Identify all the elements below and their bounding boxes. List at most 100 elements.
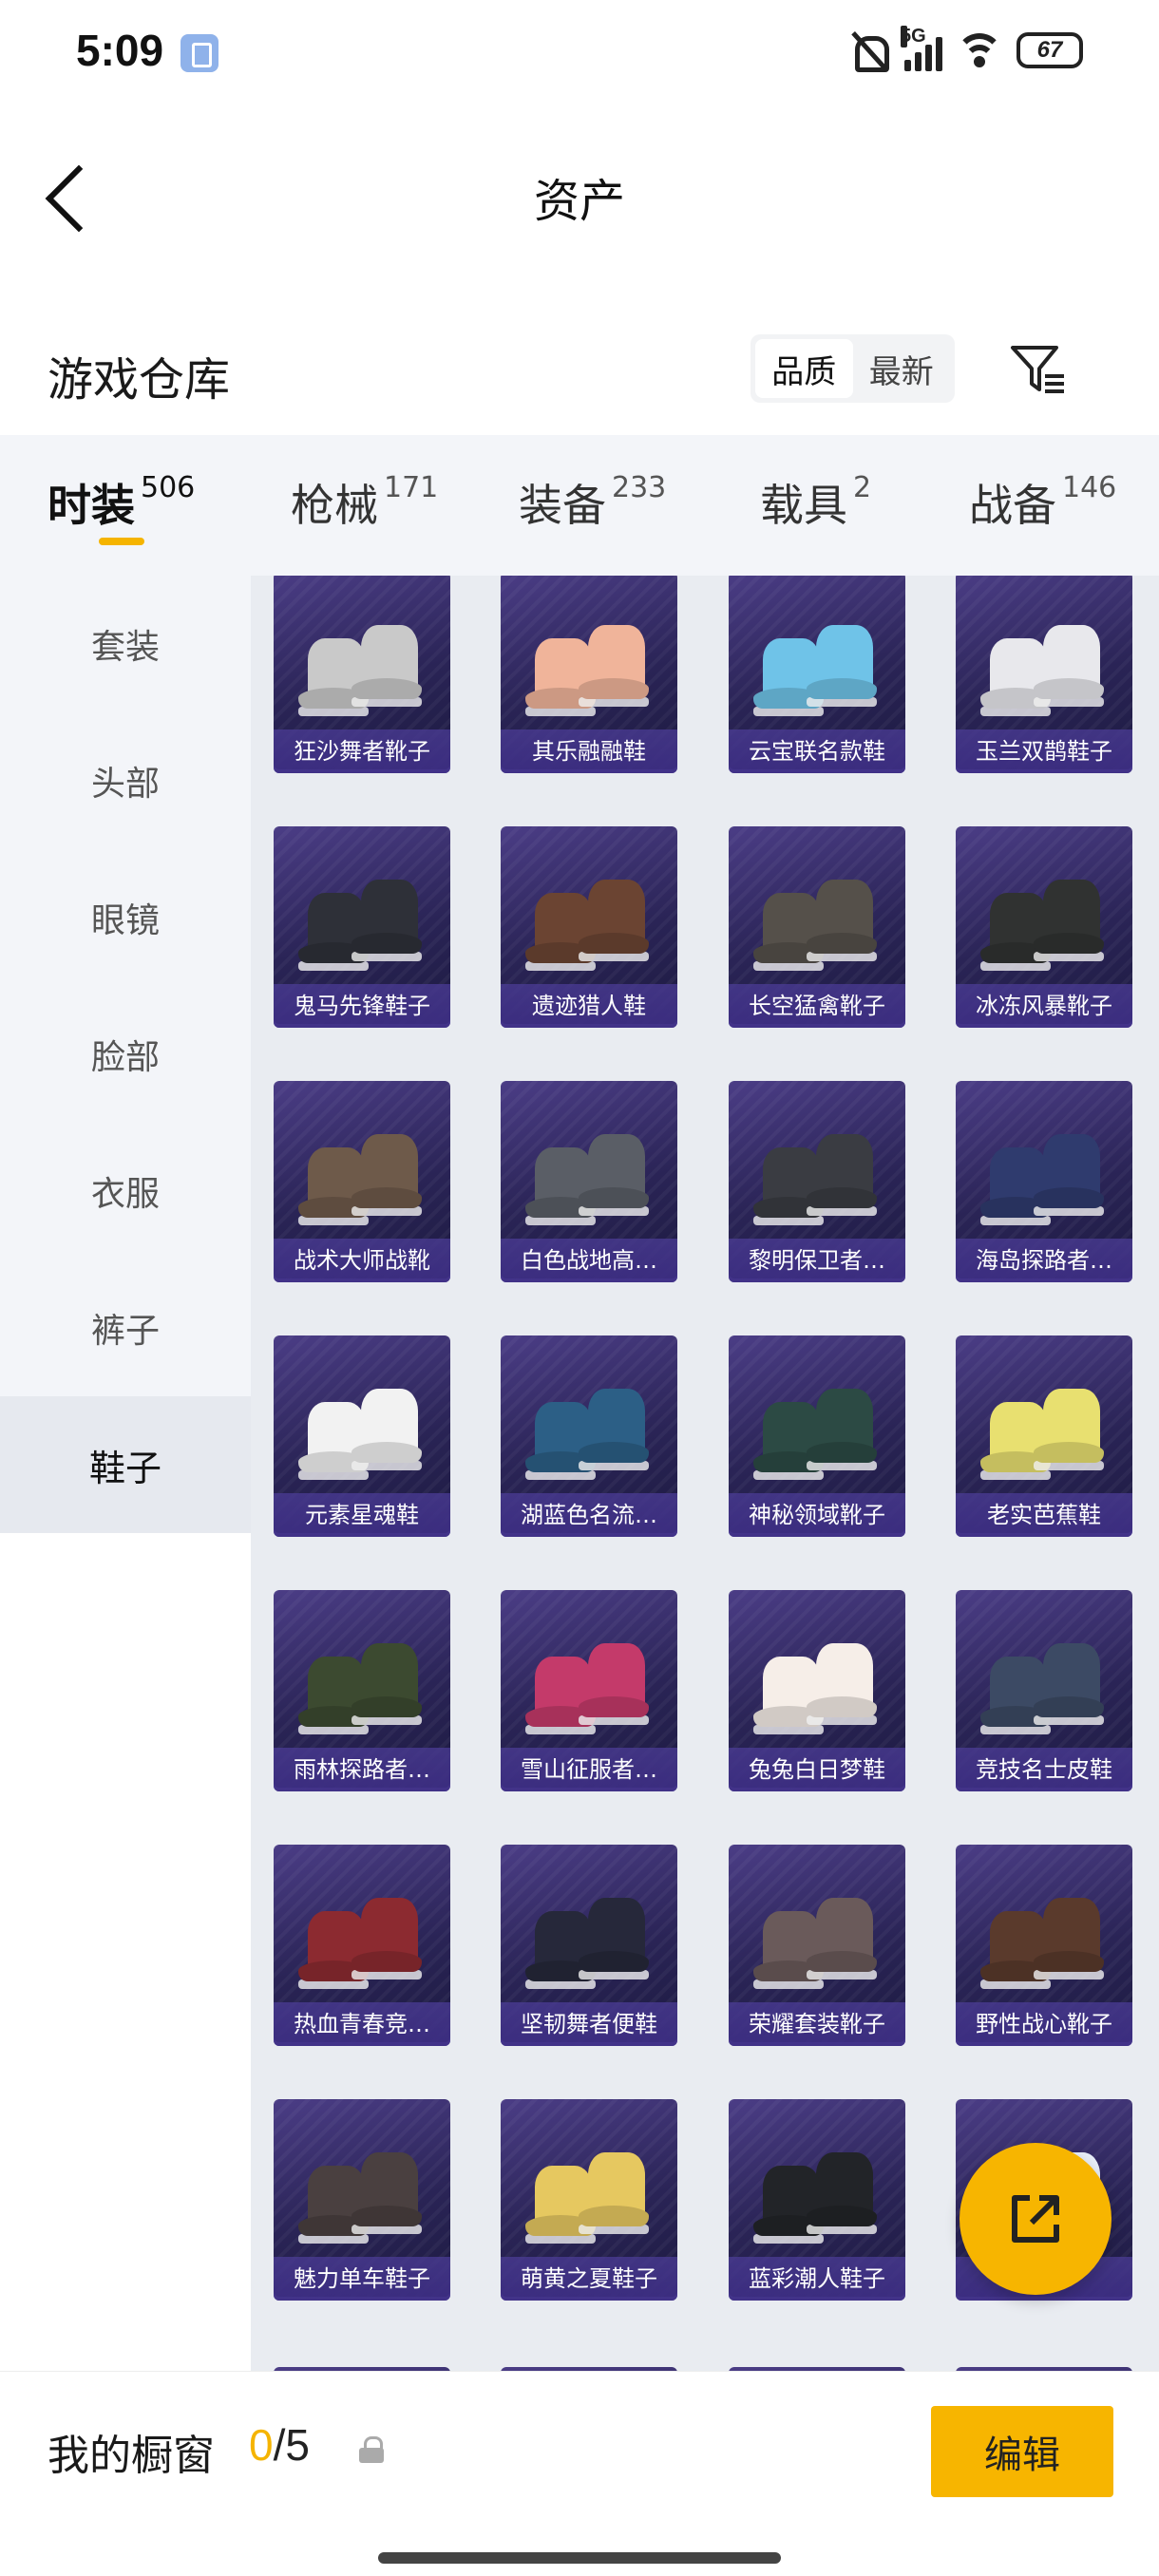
shoe-image	[1034, 1898, 1104, 1979]
shoe-image	[352, 1389, 422, 1470]
item-card[interactable]: 长空猛禽靴子	[729, 826, 905, 1028]
share-fab-button[interactable]	[960, 2143, 1112, 2295]
item-card[interactable]: 鬼马先锋鞋子	[274, 826, 450, 1028]
item-name: 湖蓝色名流…	[501, 1493, 677, 1537]
shoe-image	[807, 1643, 877, 1725]
sidebar-item-face[interactable]: 脸部	[0, 986, 251, 1123]
item-name: 蓝彩潮人鞋子	[729, 2257, 905, 2301]
tab-count: 506	[141, 471, 196, 504]
tab-count: 146	[1062, 471, 1117, 504]
shoe-image	[352, 1134, 422, 1216]
item-card[interactable]: 蓝彩潮人鞋子	[729, 2099, 905, 2301]
showcase-current: 0	[249, 2420, 274, 2470]
item-card[interactable]: 黎明保卫者…	[729, 1081, 905, 1282]
item-name: 兔兔白日梦鞋	[729, 1748, 905, 1791]
item-card[interactable]: 湖蓝色名流…	[501, 1335, 677, 1537]
warehouse-header: 游戏仓库 品质 最新	[0, 313, 1159, 427]
item-name: 狂沙舞者靴子	[274, 729, 450, 773]
share-icon	[1012, 2195, 1059, 2243]
item-card[interactable]: 白色战地高…	[501, 1081, 677, 1282]
item-card[interactable]: 竞技名士皮鞋	[956, 1590, 1132, 1791]
page-title: 资产	[533, 175, 625, 228]
page-header: 资产	[0, 104, 1159, 285]
tab-label: 枪械	[291, 480, 378, 531]
item-card[interactable]: 云宝联名款鞋	[729, 576, 905, 773]
edit-button[interactable]: 编辑	[931, 2406, 1113, 2497]
tab-firearms[interactable]: 枪械 171	[291, 471, 438, 534]
shoe-image	[579, 2152, 649, 2234]
sidebar-item-shoes[interactable]: 鞋子	[0, 1396, 251, 1533]
battery-icon: 67	[1016, 32, 1083, 68]
item-name: 元素星魂鞋	[274, 1493, 450, 1537]
status-icons: 5G 67	[847, 26, 1083, 74]
filter-icon[interactable]	[1007, 338, 1068, 399]
showcase-total: /5	[273, 2420, 310, 2470]
tab-label: 装备	[519, 480, 606, 531]
tab-label: 时装	[48, 480, 135, 531]
sidebar-item-clothes[interactable]: 衣服	[0, 1123, 251, 1260]
shoe-image	[579, 1134, 649, 1216]
item-card[interactable]: 魅力单车鞋子	[274, 2099, 450, 2301]
tab-label: 载具	[760, 480, 847, 531]
item-card[interactable]: 荣耀套装靴子	[729, 1845, 905, 2046]
item-card[interactable]: 海岛探路者…	[956, 1081, 1132, 1282]
shoe-image	[807, 1389, 877, 1470]
item-name: 白色战地高…	[501, 1239, 677, 1282]
item-card[interactable]: 坚韧舞者便鞋	[501, 1845, 677, 2046]
warehouse-title: 游戏仓库	[48, 353, 231, 407]
active-tab-indicator	[99, 538, 144, 545]
shoe-image	[807, 1898, 877, 1979]
sort-option-newest[interactable]: 最新	[853, 339, 951, 398]
home-indicator[interactable]	[378, 2552, 781, 2564]
item-name: 海岛探路者…	[956, 1239, 1132, 1282]
lock-icon	[359, 2436, 386, 2465]
item-card[interactable]: 热血青春竞…	[274, 1845, 450, 2046]
item-card[interactable]: 兔兔白日梦鞋	[729, 1590, 905, 1791]
item-card[interactable]: 冰冻风暴靴子	[956, 826, 1132, 1028]
sidebar-background	[0, 1533, 251, 2371]
item-card[interactable]: 老实芭蕉鞋	[956, 1335, 1132, 1537]
sidebar-item-head[interactable]: 头部	[0, 712, 251, 849]
item-name: 黎明保卫者…	[729, 1239, 905, 1282]
item-card[interactable]: 雪山征服者…	[501, 1590, 677, 1791]
item-card[interactable]: 玉兰双鹊鞋子	[956, 576, 1132, 773]
showcase-label: 我的橱窗	[48, 2432, 215, 2480]
item-card[interactable]: 元素星魂鞋	[274, 1335, 450, 1537]
tab-fashion[interactable]: 时装 506	[48, 471, 195, 534]
item-name: 老实芭蕉鞋	[956, 1493, 1132, 1537]
item-card[interactable]: 神秘领域靴子	[729, 1335, 905, 1537]
item-card[interactable]: 狂沙舞者靴子	[274, 576, 450, 773]
item-card[interactable]: 战术大师战靴	[274, 1081, 450, 1282]
tab-supplies[interactable]: 战备 146	[969, 471, 1116, 534]
shoe-image	[579, 1643, 649, 1725]
item-name: 魅力单车鞋子	[274, 2257, 450, 2301]
shoe-image	[807, 625, 877, 707]
item-card[interactable]: 萌黄之夏鞋子	[501, 2099, 677, 2301]
item-name: 萌黄之夏鞋子	[501, 2257, 677, 2301]
status-bar: 5:09 5G 67	[0, 0, 1159, 104]
item-card[interactable]: 其乐融融鞋	[501, 576, 677, 773]
item-card[interactable]: 遗迹猎人鞋	[501, 826, 677, 1028]
tab-equipment[interactable]: 装备 233	[519, 471, 666, 534]
shoe-image	[1034, 1389, 1104, 1470]
item-card[interactable]: 野性战心靴子	[956, 1845, 1132, 2046]
shoe-image	[352, 880, 422, 961]
shoe-image	[352, 625, 422, 707]
item-name: 竞技名士皮鞋	[956, 1748, 1132, 1791]
sidebar-item-pants[interactable]: 裤子	[0, 1260, 251, 1396]
shoe-image	[579, 1389, 649, 1470]
tab-vehicles[interactable]: 载具 2	[760, 471, 871, 534]
sidebar-item-outfit[interactable]: 套装	[0, 576, 251, 712]
shoe-image	[1034, 1134, 1104, 1216]
item-name: 玉兰双鹊鞋子	[956, 729, 1132, 773]
network-type-label: 5G	[901, 26, 926, 47]
item-card[interactable]: 雨林探路者…	[274, 1590, 450, 1791]
sidebar-item-glasses[interactable]: 眼镜	[0, 849, 251, 986]
sort-option-quality[interactable]: 品质	[755, 339, 853, 398]
shoe-image	[352, 1643, 422, 1725]
tab-count: 233	[612, 471, 667, 504]
item-name: 其乐融融鞋	[501, 729, 677, 773]
tab-label: 战备	[969, 480, 1056, 531]
app-notification-icon	[180, 34, 218, 72]
item-name: 坚韧舞者便鞋	[501, 2002, 677, 2046]
